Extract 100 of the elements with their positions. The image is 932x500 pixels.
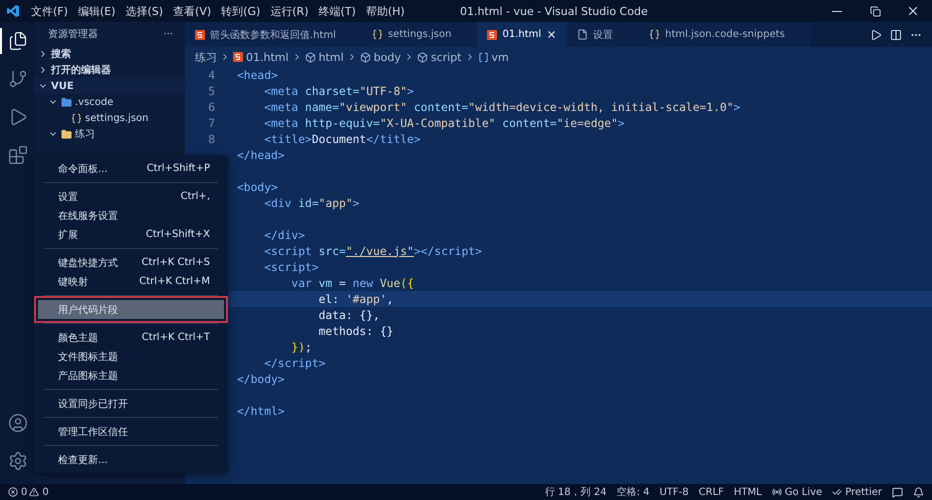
braces-icon: [372, 29, 383, 40]
breadcrumb-item[interactable]: html: [304, 50, 344, 64]
status-item[interactable]: HTML: [734, 486, 762, 498]
menu-item[interactable]: 颜色主题 Ctrl+K Ctrl+T: [38, 328, 224, 347]
breadcrumb-item[interactable]: vm: [478, 50, 509, 64]
code-line: </head>: [237, 148, 285, 162]
menu-bar-item[interactable]: 选择(S): [120, 4, 168, 18]
menu-bar-item[interactable]: 帮助(H): [360, 4, 410, 18]
html-file-icon: [487, 30, 498, 40]
shortcut-text: Ctrl+K Ctrl+M: [139, 276, 210, 287]
shortcut-text: Ctrl+,: [180, 191, 210, 202]
menu-item[interactable]: 扩展 Ctrl+Shift+X: [38, 225, 224, 244]
menu-item[interactable]: 管理工作区信任: [38, 422, 224, 441]
menu-bar-item[interactable]: 查看(V): [168, 4, 216, 18]
errors-indicator[interactable]: 0: [8, 486, 28, 498]
menu-bar-item[interactable]: 转到(G): [216, 4, 266, 18]
html-file-icon: [233, 52, 243, 62]
editor-tab[interactable]: settings.json: [362, 22, 478, 47]
menu-bar-item[interactable]: 文件(F): [26, 4, 73, 18]
menu-bar-item[interactable]: 终端(T): [314, 4, 361, 18]
close-icon[interactable]: [546, 29, 558, 40]
code-line: <meta charset="UTF-8">: [263, 84, 414, 98]
menu-item[interactable]: 用户代码片段: [38, 300, 224, 319]
line-number: 6: [207, 100, 216, 114]
html-file-icon: [195, 30, 205, 40]
tree-item[interactable]: settings.json: [34, 110, 185, 126]
element-icon: [360, 52, 371, 62]
breadcrumb-item[interactable]: body: [360, 50, 401, 64]
shortcut-text: Ctrl+Shift+P: [146, 163, 210, 174]
line-number: 5: [207, 84, 216, 98]
status-item[interactable]: UTF-8: [659, 486, 689, 498]
menu-item[interactable]: 键盘快捷方式 Ctrl+K Ctrl+S: [38, 253, 224, 272]
code-line: <head>: [237, 68, 278, 82]
code-line: </div>: [263, 228, 306, 242]
code-line: <script src="./vue.js"></script>: [263, 244, 482, 258]
braces-icon: [71, 112, 82, 124]
minimize-icon: [832, 10, 842, 12]
menu-item[interactable]: 命令面板... Ctrl+Shift+P: [38, 159, 224, 178]
shortcut-text: Ctrl+K Ctrl+T: [142, 332, 210, 343]
line-number: 8: [207, 132, 216, 146]
shortcut-text: Ctrl+K Ctrl+S: [142, 257, 210, 268]
status-item[interactable]: Prettier: [832, 486, 882, 498]
editor-tab[interactable]: 01.html: [477, 22, 568, 47]
broadcast-icon: [772, 487, 782, 497]
editor-tab[interactable]: 设置: [567, 22, 640, 47]
status-item[interactable]: 行 18，列 24: [544, 485, 607, 499]
section-header[interactable]: 搜索: [34, 46, 185, 62]
restore-icon: [870, 6, 880, 16]
folder-icon: [61, 128, 72, 140]
menu-item[interactable]: 在线服务设置: [38, 206, 224, 225]
folder-icon: [61, 96, 72, 108]
braces-icon: [649, 29, 660, 40]
menu-item[interactable]: 设置同步已打开: [38, 394, 224, 413]
tree-item[interactable]: .vscode: [34, 94, 185, 110]
editor-tab[interactable]: 箭头函数参数和返回值.html: [185, 22, 362, 47]
app-logo-icon: [6, 4, 20, 18]
breadcrumb-item[interactable]: 练习: [195, 50, 217, 64]
more-actions-button[interactable]: ···: [163, 28, 173, 40]
run-icon[interactable]: [870, 28, 882, 40]
status-item[interactable]: Go Live: [772, 486, 822, 498]
code-line: <meta http-equiv="X-UA-Compatible" content="ie=edge">: [263, 116, 625, 130]
menu-item[interactable]: 检查更新...: [38, 450, 224, 469]
tree-item[interactable]: 练习: [34, 126, 185, 142]
status-item[interactable]: CRLF: [698, 486, 724, 498]
line-number: 4: [207, 68, 216, 82]
code-line: </html>: [237, 404, 285, 418]
variable-icon: [478, 52, 488, 62]
menu-bar-item[interactable]: 编辑(E): [72, 4, 120, 18]
breadcrumb-item[interactable]: 01.html: [233, 50, 289, 64]
menu-item[interactable]: 产品图标主题: [38, 366, 224, 385]
breadcrumb-item[interactable]: script: [416, 50, 462, 64]
sidebar-title: 资源管理器: [48, 28, 98, 41]
section-header[interactable]: 打开的编辑器: [34, 62, 185, 78]
feedback-icon[interactable]: [892, 486, 903, 498]
code-line: el: '#app',: [318, 292, 394, 306]
status-item[interactable]: 空格: 4: [616, 485, 650, 499]
close-icon: [906, 4, 920, 18]
code-line: <body>: [237, 180, 278, 194]
section-header[interactable]: VUE: [34, 78, 185, 94]
code-line: });: [290, 340, 312, 354]
line-number: 7: [207, 116, 216, 130]
code-line: data: {},: [318, 308, 380, 322]
code-line: var vm = new Vue({: [290, 276, 414, 290]
warnings-indicator[interactable]: 0: [29, 486, 49, 498]
code-line: methods: {}: [318, 324, 394, 338]
menu-item[interactable]: 文件图标主题: [38, 347, 224, 366]
shortcut-text: Ctrl+Shift+X: [146, 229, 210, 240]
menu-bar-item[interactable]: 运行(R): [265, 4, 314, 18]
menu-item[interactable]: 设置 Ctrl+,: [38, 187, 224, 206]
code-line: <meta name="viewport" content="width=device-width, initial-scale=1.0">: [263, 100, 740, 114]
file-icon: [577, 29, 588, 40]
editor-tab[interactable]: html.json.code-snippets: [639, 22, 811, 47]
split-editor-icon[interactable]: [890, 28, 902, 40]
code-line: <title>Document</title>: [263, 132, 421, 146]
bell-icon[interactable]: [913, 486, 924, 498]
menu-item[interactable]: 键映射 Ctrl+K Ctrl+M: [38, 272, 224, 291]
code-line: <script>: [263, 260, 319, 274]
window-title: 01.html - vue - Visual Studio Code: [458, 4, 649, 18]
code-line: </body>: [237, 372, 285, 386]
double-check-icon: [832, 487, 842, 497]
